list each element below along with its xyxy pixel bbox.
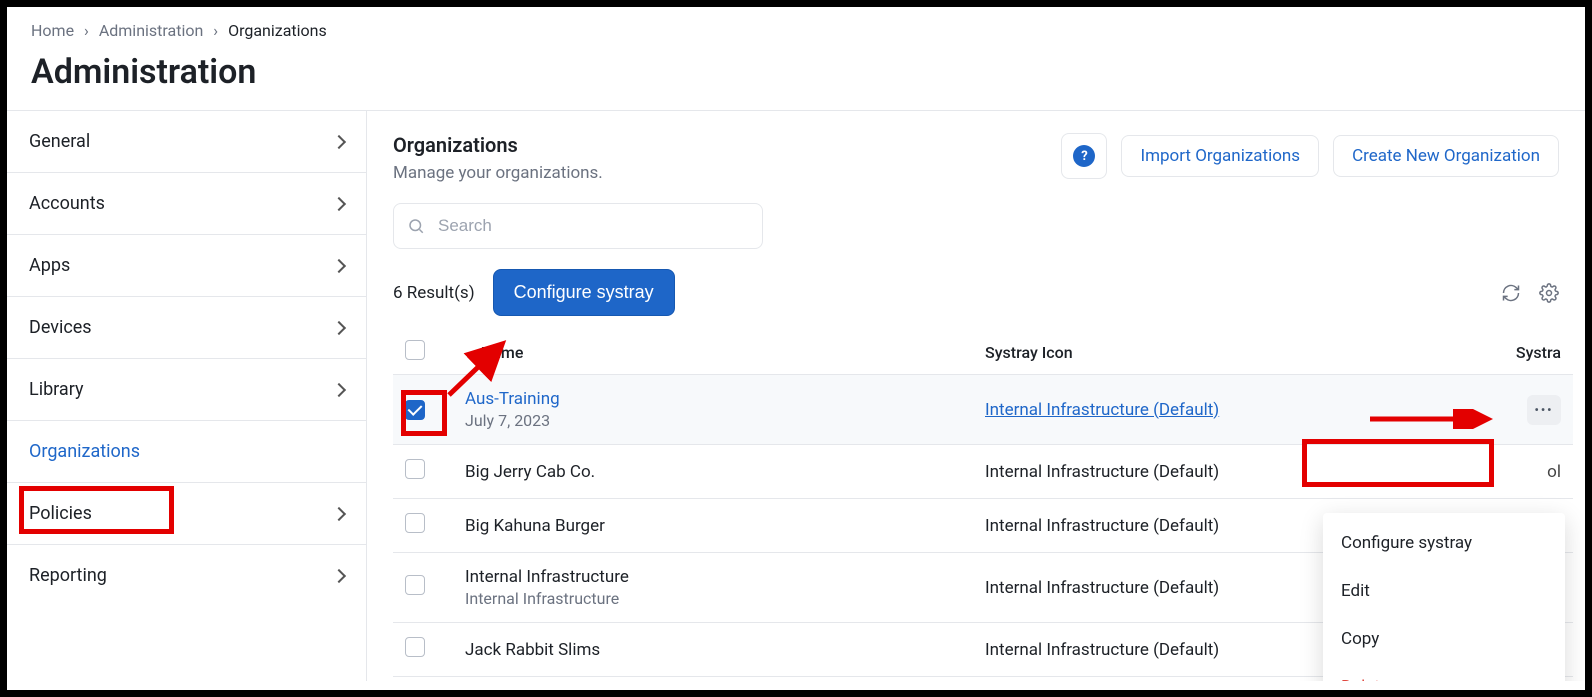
- column-header-name[interactable]: Name: [453, 330, 973, 375]
- breadcrumb: Home › Administration › Organizations: [7, 7, 1585, 42]
- row-checkbox[interactable]: [405, 575, 425, 595]
- sidebar-item-label: Library: [29, 379, 84, 400]
- sidebar-item-reporting[interactable]: Reporting: [7, 545, 366, 606]
- column-header-systray[interactable]: Systray Icon: [973, 330, 1443, 375]
- sidebar-item-label: Accounts: [29, 193, 105, 214]
- chevron-right-icon: [332, 258, 346, 272]
- search-icon: [407, 217, 425, 235]
- search-input[interactable]: [393, 203, 763, 249]
- section-subtitle: Manage your organizations.: [393, 163, 603, 183]
- row-checkbox[interactable]: [405, 513, 425, 533]
- systray-icon-value: Internal Infrastructure (Default): [985, 578, 1219, 598]
- section-title: Organizations: [393, 133, 603, 157]
- sidebar-item-devices[interactable]: Devices: [7, 297, 366, 359]
- table-row: Aus-Training July 7, 2023 Internal Infra…: [393, 375, 1573, 445]
- organization-name: Internal Infrastructure: [465, 567, 629, 587]
- refresh-icon[interactable]: [1501, 283, 1521, 303]
- sidebar-item-label: Devices: [29, 317, 92, 338]
- page-title: Administration: [31, 52, 1561, 92]
- systray-icon-value: Internal Infrastructure (Default): [985, 462, 1219, 482]
- sidebar-item-label: Reporting: [29, 565, 107, 586]
- organization-name: Jack Rabbit Slims: [465, 640, 600, 660]
- main-panel: Organizations Manage your organizations.…: [367, 111, 1585, 681]
- sidebar-item-accounts[interactable]: Accounts: [7, 173, 366, 235]
- chevron-right-icon: ›: [84, 21, 89, 40]
- organization-name-link[interactable]: Aus-Training: [465, 389, 560, 409]
- more-icon: •••: [1535, 403, 1554, 417]
- menu-edit[interactable]: Edit: [1323, 567, 1565, 615]
- sidebar-item-library[interactable]: Library: [7, 359, 366, 421]
- row-checkbox[interactable]: [405, 400, 425, 420]
- import-organizations-button[interactable]: Import Organizations: [1121, 135, 1319, 177]
- menu-configure-systray[interactable]: Configure systray: [1323, 519, 1565, 567]
- chevron-right-icon: [332, 382, 346, 396]
- sidebar-item-label: Policies: [29, 503, 92, 524]
- sidebar-item-label: Organizations: [29, 441, 140, 462]
- breadcrumb-home[interactable]: Home: [31, 21, 74, 40]
- sidebar-item-label: Apps: [29, 255, 70, 276]
- create-organization-button[interactable]: Create New Organization: [1333, 135, 1559, 177]
- organization-name: Big Jerry Cab Co.: [465, 462, 595, 482]
- breadcrumb-admin[interactable]: Administration: [99, 21, 204, 40]
- help-button[interactable]: ?: [1061, 133, 1107, 179]
- select-all-checkbox[interactable]: [405, 340, 425, 360]
- systray-icon-value: Internal Infrastructure (Default): [985, 640, 1219, 660]
- organization-date: July 7, 2023: [465, 411, 961, 430]
- chevron-right-icon: [332, 134, 346, 148]
- chevron-right-icon: [332, 506, 346, 520]
- organization-name: Big Kahuna Burger: [465, 516, 605, 536]
- row-checkbox[interactable]: [405, 459, 425, 479]
- gear-icon[interactable]: [1539, 283, 1559, 303]
- sidebar-item-general[interactable]: General: [7, 111, 366, 173]
- organization-subname: Internal Infrastructure: [465, 589, 961, 608]
- column-header-systray2[interactable]: Systra: [1443, 330, 1573, 375]
- chevron-right-icon: [332, 320, 346, 334]
- chevron-right-icon: ›: [213, 21, 218, 40]
- table-row: Big Jerry Cab Co. Internal Infrastructur…: [393, 445, 1573, 499]
- configure-systray-button[interactable]: Configure systray: [493, 269, 675, 316]
- menu-delete[interactable]: Delete: [1323, 663, 1565, 681]
- sidebar-item-apps[interactable]: Apps: [7, 235, 366, 297]
- sidebar: General Accounts Apps Devices Library Or…: [7, 111, 367, 681]
- sidebar-item-policies[interactable]: Policies: [7, 483, 366, 545]
- chevron-right-icon: [332, 568, 346, 582]
- breadcrumb-current: Organizations: [228, 21, 327, 40]
- menu-copy[interactable]: Copy: [1323, 615, 1565, 663]
- sidebar-item-organizations[interactable]: Organizations: [7, 421, 366, 483]
- sidebar-item-label: General: [29, 131, 90, 152]
- help-icon: ?: [1073, 145, 1095, 167]
- row-checkbox[interactable]: [405, 637, 425, 657]
- row-actions-button[interactable]: •••: [1527, 395, 1561, 425]
- results-count: 6 Result(s): [393, 283, 475, 303]
- row-context-menu: Configure systray Edit Copy Delete: [1323, 513, 1565, 681]
- chevron-right-icon: [332, 196, 346, 210]
- systray-icon-link[interactable]: Internal Infrastructure (Default): [985, 400, 1219, 420]
- systray-icon-value: Internal Infrastructure (Default): [985, 516, 1219, 536]
